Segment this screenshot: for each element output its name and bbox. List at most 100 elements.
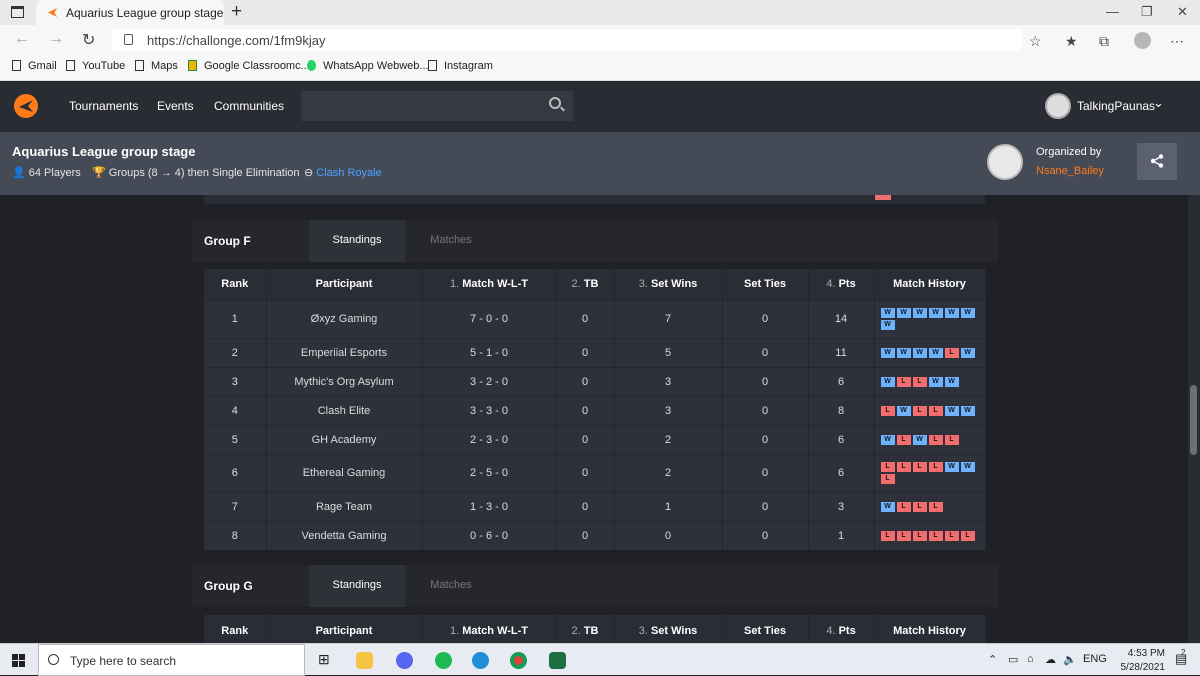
cell-participant[interactable]: Clash Elite — [266, 395, 423, 425]
win-badge[interactable]: W — [944, 376, 959, 387]
task-view-icon[interactable]: ⊞ — [318, 651, 330, 668]
loss-badge[interactable]: L — [928, 434, 943, 445]
table-row[interactable]: 6 Ethereal Gaming 2 - 5 - 00206LLLLWWL — [204, 453, 986, 492]
win-badge[interactable]: W — [928, 376, 943, 387]
win-badge[interactable]: W — [880, 347, 895, 358]
loss-badge[interactable]: L — [896, 434, 911, 445]
win-badge[interactable]: W — [880, 320, 895, 330]
minimize-icon[interactable]: — — [1106, 4, 1119, 19]
browser-tab[interactable]: Aquarius League group stage - C ✕ — [36, 0, 224, 25]
volume-icon[interactable]: 🔈 — [1063, 653, 1077, 666]
nav-events[interactable]: Events — [157, 99, 194, 113]
loss-badge[interactable]: L — [912, 530, 927, 541]
table-row[interactable]: 7 Rage Team 1 - 3 - 00103WLLL — [204, 491, 986, 521]
table-row[interactable]: 3 Mythic's Org Asylum 3 - 2 - 00306WLLWW — [204, 366, 986, 396]
bookmark-google-classroom[interactable]: Google Classroomc... — [188, 60, 310, 72]
edge-icon[interactable] — [472, 652, 489, 669]
cell-participant[interactable]: Øxyz Gaming — [266, 299, 423, 338]
organizer-name[interactable]: Nsane_Bailey — [1036, 165, 1104, 177]
loss-badge[interactable]: L — [912, 501, 927, 512]
clock[interactable]: 4:53 PM 5/28/2021 — [1115, 647, 1166, 675]
win-badge[interactable]: W — [944, 308, 959, 318]
scrollbar-thumb[interactable] — [1190, 385, 1197, 455]
bookmark-gmail[interactable]: Gmail — [12, 60, 57, 72]
search-icon[interactable] — [549, 97, 561, 109]
favorites-icon[interactable]: ★ — [1065, 33, 1078, 50]
loss-badge[interactable]: L — [912, 405, 927, 416]
chevron-down-icon[interactable]: ⌄ — [1153, 95, 1164, 111]
site-search-input[interactable] — [301, 91, 573, 121]
window-menu-icon[interactable] — [11, 6, 24, 18]
loss-badge[interactable]: L — [896, 501, 911, 512]
cell-participant[interactable]: Emperiial Esports — [266, 337, 423, 367]
win-badge[interactable]: W — [928, 347, 943, 358]
battery-icon[interactable]: ▭ — [1008, 653, 1018, 666]
tab-standings[interactable]: Standings — [309, 565, 405, 607]
page-scrollbar[interactable] — [1188, 195, 1200, 643]
table-row[interactable]: 5 GH Academy 2 - 3 - 00206WLWLL — [204, 424, 986, 454]
cell-participant[interactable]: Rage Team — [266, 491, 423, 521]
tab-standings[interactable]: Standings — [309, 220, 405, 262]
win-badge[interactable]: W — [944, 405, 959, 416]
win-badge[interactable]: W — [944, 462, 959, 472]
loss-badge[interactable]: L — [928, 530, 943, 541]
win-badge[interactable]: W — [912, 308, 927, 318]
tray-chevron-up-icon[interactable]: ⌃ — [988, 653, 997, 666]
win-badge[interactable]: W — [960, 347, 975, 358]
challonge-logo-icon[interactable] — [13, 93, 39, 119]
organizer-avatar[interactable] — [987, 144, 1023, 180]
url-field[interactable]: https://challonge.com/1fm9kjay — [112, 29, 1022, 51]
win-badge[interactable]: W — [880, 376, 895, 387]
loss-badge[interactable]: L — [880, 462, 895, 472]
win-badge[interactable]: W — [880, 434, 895, 445]
discord-icon[interactable] — [396, 652, 413, 669]
win-badge[interactable]: W — [960, 462, 975, 472]
win-badge[interactable]: W — [896, 405, 911, 416]
refresh-icon[interactable]: ↻ — [82, 30, 95, 50]
bookmark-maps[interactable]: Maps — [135, 60, 178, 72]
bookmark-whatsapp[interactable]: WhatsApp Webweb... — [307, 60, 429, 72]
cell-participant[interactable]: GH Academy — [266, 424, 423, 454]
loss-badge[interactable]: L — [880, 405, 895, 416]
loss-badge[interactable]: L — [912, 462, 927, 472]
loss-badge[interactable]: L — [880, 530, 895, 541]
excel-icon[interactable] — [549, 652, 566, 669]
loss-badge[interactable]: L — [912, 376, 927, 387]
win-badge[interactable]: W — [928, 308, 943, 318]
tournament-game[interactable]: ⊖ Clash Royale — [304, 166, 382, 179]
cloud-icon[interactable]: ☁ — [1045, 653, 1056, 666]
table-row[interactable]: 8 Vendetta Gaming 0 - 6 - 00001LLLLLL — [204, 520, 986, 550]
forward-icon[interactable]: → — [48, 30, 64, 48]
spotify-icon[interactable] — [435, 652, 452, 669]
user-name[interactable]: TalkingPaunas — [1077, 99, 1155, 113]
tab-matches[interactable]: Matches — [405, 565, 497, 607]
loss-badge[interactable]: L — [896, 530, 911, 541]
network-icon[interactable]: ⌂ — [1027, 653, 1034, 665]
windows-start-icon[interactable] — [12, 654, 25, 667]
cell-participant[interactable]: Mythic's Org Asylum — [266, 366, 423, 396]
loss-badge[interactable]: L — [960, 530, 975, 541]
win-badge[interactable]: W — [912, 434, 927, 445]
back-icon[interactable]: ← — [14, 30, 30, 48]
win-badge[interactable]: W — [960, 308, 975, 318]
chrome-icon[interactable] — [510, 652, 527, 669]
loss-badge[interactable]: L — [944, 347, 959, 358]
win-badge[interactable]: W — [896, 347, 911, 358]
table-row[interactable]: 2 Emperiial Esports 5 - 1 - 0 0 5 0 11 W W W W L W — [204, 337, 986, 367]
win-badge[interactable]: W — [880, 308, 895, 318]
bookmark-youtube[interactable]: YouTube — [66, 60, 125, 72]
table-row[interactable]: 4 Clash Elite 3 - 3 - 00308LWLLWW — [204, 395, 986, 425]
table-row[interactable]: 1 Øxyz Gaming 7 - 0 - 0 0 7 0 14 W W W W W W W — [204, 299, 986, 338]
loss-badge[interactable]: L — [928, 501, 943, 512]
profile-avatar[interactable] — [1134, 32, 1151, 49]
user-avatar[interactable] — [1045, 93, 1071, 119]
tab-matches[interactable]: Matches — [405, 220, 497, 262]
restore-icon[interactable]: ❐ — [1141, 4, 1153, 20]
language-indicator[interactable]: ENG — [1083, 653, 1107, 665]
win-badge[interactable]: W — [912, 347, 927, 358]
loss-badge[interactable]: L — [928, 405, 943, 416]
loss-badge[interactable]: L — [880, 474, 895, 484]
cell-participant[interactable]: Ethereal Gaming — [266, 453, 423, 492]
loss-badge[interactable]: L — [944, 434, 959, 445]
favorite-add-icon[interactable]: ☆ — [1029, 33, 1042, 50]
